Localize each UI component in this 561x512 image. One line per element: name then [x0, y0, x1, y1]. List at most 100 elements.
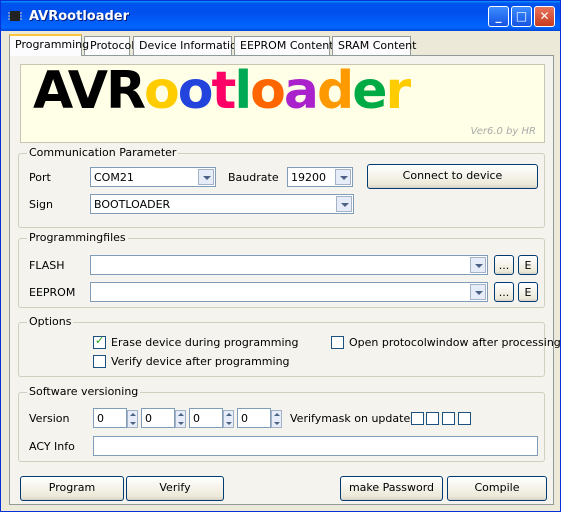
baudrate-select[interactable]: 19200 — [287, 167, 353, 187]
communication-label: Communication Parameter — [27, 146, 179, 159]
logo: AVRootloader — [33, 61, 412, 121]
connect-button[interactable]: Connect to device — [367, 164, 538, 189]
chevron-down-icon[interactable] — [198, 169, 214, 185]
verify-checkbox[interactable] — [93, 355, 106, 368]
spin-arrows-icon[interactable] — [175, 410, 186, 428]
logo-banner: AVRootloader Ver6.0 by HR — [20, 61, 545, 143]
sign-value: BOOTLOADER — [94, 198, 171, 211]
logo-letters: ootloader — [144, 61, 412, 121]
compile-label: Compile — [474, 481, 520, 494]
version-spinner-4[interactable]: 0 — [237, 408, 282, 428]
eeprom-label: EEPROM — [29, 286, 76, 299]
files-label: Programmingfiles — [27, 231, 128, 244]
version-spinner-3[interactable]: 0 — [189, 408, 234, 428]
logo-letter: d — [317, 61, 354, 121]
close-button[interactable]: ✕ — [534, 6, 555, 27]
baudrate-value: 19200 — [291, 171, 326, 184]
tab-programming[interactable]: Programming — [9, 34, 89, 56]
eeprom-file-select[interactable] — [90, 282, 488, 302]
title-bar[interactable]: AVRootloader _ □ ✕ — [1, 1, 560, 31]
compile-button[interactable]: Compile — [447, 476, 547, 501]
window-title: AVRootloader — [29, 9, 130, 24]
verifymask-checkbox-2[interactable] — [426, 412, 439, 425]
protocol-checkbox[interactable] — [331, 336, 344, 349]
connect-label: Connect to device — [402, 169, 503, 182]
baudrate-label: Baudrate — [228, 171, 279, 184]
programming-panel: AVRootloader Ver6.0 by HR Communication … — [9, 55, 561, 505]
tab-sram-content[interactable]: SRAM Content — [332, 36, 416, 55]
version-credit: Ver6.0 by HR — [470, 126, 536, 137]
verifymask-checkbox-1[interactable] — [411, 412, 424, 425]
flash-edit-button[interactable]: E — [518, 255, 538, 275]
logo-letter: o — [250, 61, 286, 121]
tab-protocol[interactable]: Protocol — [84, 36, 134, 55]
program-button[interactable]: Program — [20, 476, 124, 501]
eeprom-browse-button[interactable]: ... — [494, 282, 514, 302]
options-label: Options — [27, 315, 74, 328]
sign-select[interactable]: BOOTLOADER — [90, 194, 354, 214]
spin-arrows-icon[interactable] — [271, 410, 282, 428]
logo-letter: a — [283, 61, 319, 121]
edit-label: E — [524, 286, 532, 299]
spin-arrows-icon[interactable] — [127, 410, 138, 428]
files-group: Programmingfiles FLASH ... E EEPROM ... … — [18, 231, 545, 308]
verifymask-label: Verifymask on updates — [290, 412, 416, 425]
version-value-3: 0 — [193, 412, 200, 425]
main-window: AVRootloader _ □ ✕ Programming Protocol … — [0, 0, 561, 512]
spin-arrows-icon[interactable] — [223, 410, 234, 428]
communication-group: Communication Parameter Port COM21 Baudr… — [18, 146, 545, 228]
acy-info-input[interactable] — [93, 436, 538, 456]
port-label: Port — [29, 171, 51, 184]
maximize-button[interactable]: □ — [511, 6, 532, 27]
sign-label: Sign — [29, 198, 53, 211]
chevron-down-icon[interactable] — [336, 196, 352, 212]
flash-label: FLASH — [29, 259, 65, 272]
flash-file-select[interactable] — [90, 255, 488, 275]
verifymask-checkbox-4[interactable] — [458, 412, 471, 425]
logo-av: AV — [33, 61, 108, 121]
tab-eeprom-content[interactable]: EEPROM Content — [234, 36, 334, 55]
chip-icon — [8, 11, 22, 21]
eeprom-edit-button[interactable]: E — [518, 282, 538, 302]
chevron-down-icon[interactable] — [335, 169, 351, 185]
chevron-down-icon[interactable] — [470, 284, 486, 300]
logo-letter: o — [144, 61, 180, 121]
acy-label: ACY Info — [29, 440, 75, 453]
logo-r: R — [105, 61, 146, 121]
options-group: Options Erase device during programming … — [18, 315, 561, 377]
port-value: COM21 — [94, 171, 134, 184]
version-spinner-1[interactable]: 0 — [93, 408, 138, 428]
browse-label: ... — [498, 259, 510, 272]
versioning-label: Software versioning — [27, 385, 141, 398]
minimize-icon: _ — [495, 9, 502, 23]
versioning-group: Software versioning Version 0 0 0 0 Veri… — [18, 385, 545, 462]
logo-letter: l — [234, 61, 252, 121]
erase-checkbox[interactable] — [93, 334, 106, 349]
maximize-icon: □ — [515, 9, 528, 23]
protocol-label[interactable]: Open protocolwindow after processing — [349, 336, 561, 349]
flash-browse-button[interactable]: ... — [494, 255, 514, 275]
logo-letter: t — [211, 61, 236, 121]
close-icon: ✕ — [539, 9, 550, 23]
version-value-2: 0 — [145, 412, 152, 425]
verify-button[interactable]: Verify — [126, 476, 224, 501]
edit-label: E — [524, 259, 532, 272]
version-value-1: 0 — [97, 412, 104, 425]
logo-letter: r — [385, 61, 412, 121]
port-select[interactable]: COM21 — [90, 167, 216, 187]
verify-label[interactable]: Verify device after programming — [111, 355, 290, 368]
logo-letter: e — [352, 61, 387, 121]
version-value-4: 0 — [241, 412, 248, 425]
verify-label: Verify — [159, 481, 191, 494]
logo-letter: o — [177, 61, 214, 121]
tab-device-information[interactable]: Device Information — [133, 36, 244, 55]
version-spinner-2[interactable]: 0 — [141, 408, 186, 428]
erase-label[interactable]: Erase device during programming — [111, 336, 299, 349]
minimize-button[interactable]: _ — [488, 6, 509, 27]
version-label: Version — [29, 412, 70, 425]
browse-label: ... — [498, 286, 510, 299]
make-password-label: make Password — [348, 481, 435, 494]
make-password-button[interactable]: make Password — [340, 476, 443, 501]
chevron-down-icon[interactable] — [470, 257, 486, 273]
verifymask-checkbox-3[interactable] — [442, 412, 455, 425]
